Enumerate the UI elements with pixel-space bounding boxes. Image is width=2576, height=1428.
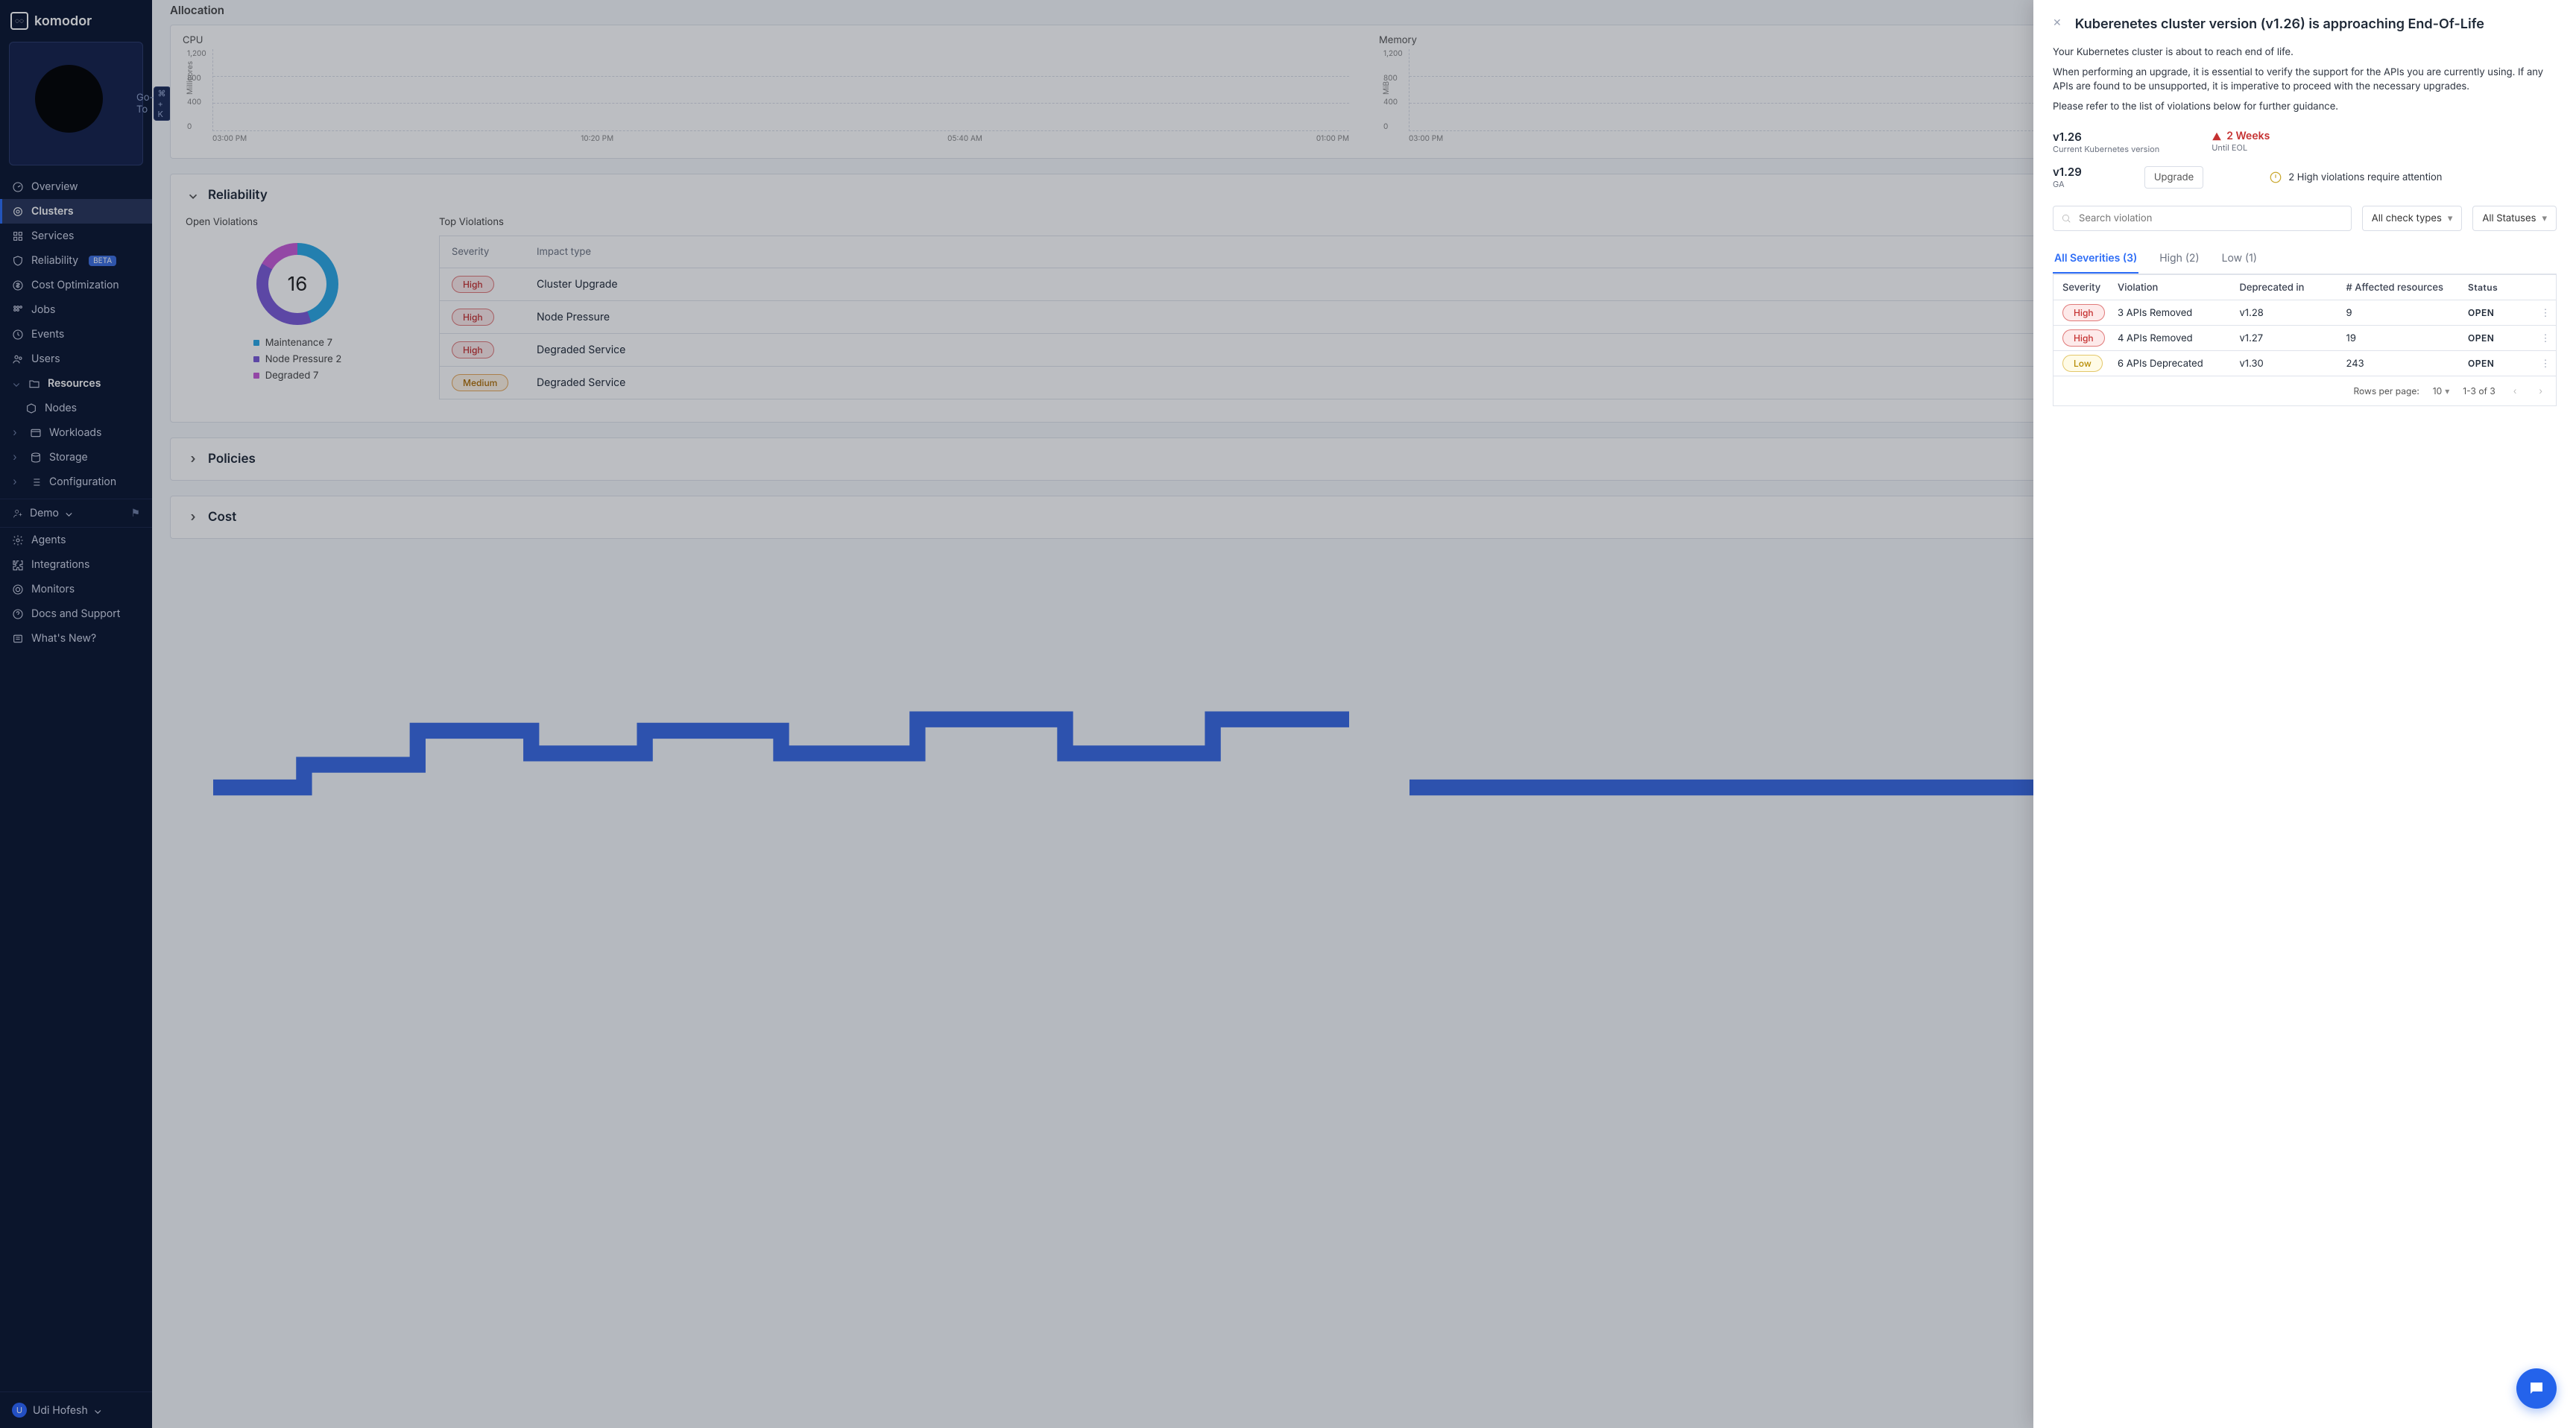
check-type-filter[interactable]: All check types▾ [2362, 206, 2463, 231]
table-header: Severity Violation Deprecated in # Affec… [2053, 274, 2556, 300]
table-row[interactable]: Low 6 APIs Deprecated v1.30 243 OPEN ⋮ [2053, 350, 2556, 376]
violation-search[interactable] [2053, 206, 2352, 231]
rpp-label: Rows per page: [2353, 385, 2419, 397]
row-menu-icon[interactable]: ⋮ [2535, 332, 2556, 344]
tab-all[interactable]: All Severities (3) [2053, 244, 2138, 274]
close-icon[interactable]: ✕ [2053, 16, 2062, 29]
rpp-select[interactable]: 10 ▾ [2433, 385, 2449, 397]
next-page[interactable]: › [2534, 384, 2547, 398]
warning-icon [2212, 131, 2222, 142]
eol-drawer: ✕ Kuberenetes cluster version (v1.26) is… [2033, 0, 2576, 1428]
alert-icon [2269, 171, 2282, 184]
severity-tabs: All Severities (3) High (2) Low (1) [2053, 244, 2557, 274]
drawer-title: Kuberenetes cluster version (v1.26) is a… [2075, 16, 2484, 32]
violations-table: Severity Violation Deprecated in # Affec… [2053, 274, 2557, 406]
pager: Rows per page: 10 ▾ 1-3 of 3 ‹ › [2053, 376, 2556, 405]
current-version: v1.26 Current Kubernetes version [2053, 130, 2159, 154]
row-menu-icon[interactable]: ⋮ [2535, 307, 2556, 319]
page-range: 1-3 of 3 [2463, 385, 2495, 397]
prev-page[interactable]: ‹ [2509, 384, 2522, 398]
drawer-p2: When performing an upgrade, it is essent… [2053, 66, 2557, 94]
chevron-down-icon: ▾ [2448, 212, 2453, 224]
eol-countdown: 2 Weeks Until EOL [2212, 130, 2270, 153]
violation-warning: 2 High violations require attention [2269, 171, 2442, 184]
drawer-p1: Your Kubernetes cluster is about to reac… [2053, 45, 2557, 60]
help-bubble[interactable] [2516, 1368, 2557, 1409]
table-row[interactable]: High 4 APIs Removed v1.27 19 OPEN ⋮ [2053, 325, 2556, 350]
status-filter[interactable]: All Statuses▾ [2472, 206, 2557, 231]
upgrade-button[interactable]: Upgrade [2144, 166, 2203, 189]
tab-low[interactable]: Low (1) [2220, 244, 2258, 274]
drawer-p3: Please refer to the list of violations b… [2053, 100, 2557, 114]
violation-search-input[interactable] [2077, 212, 2343, 225]
chevron-down-icon: ▾ [2445, 385, 2449, 397]
ga-version: v1.29 GA [2053, 165, 2082, 189]
table-row[interactable]: High 3 APIs Removed v1.28 9 OPEN ⋮ [2053, 300, 2556, 325]
chevron-down-icon: ▾ [2542, 212, 2547, 224]
chat-icon [2528, 1380, 2545, 1397]
search-icon [2061, 213, 2071, 224]
tab-high[interactable]: High (2) [2158, 244, 2200, 274]
row-menu-icon[interactable]: ⋮ [2535, 358, 2556, 370]
